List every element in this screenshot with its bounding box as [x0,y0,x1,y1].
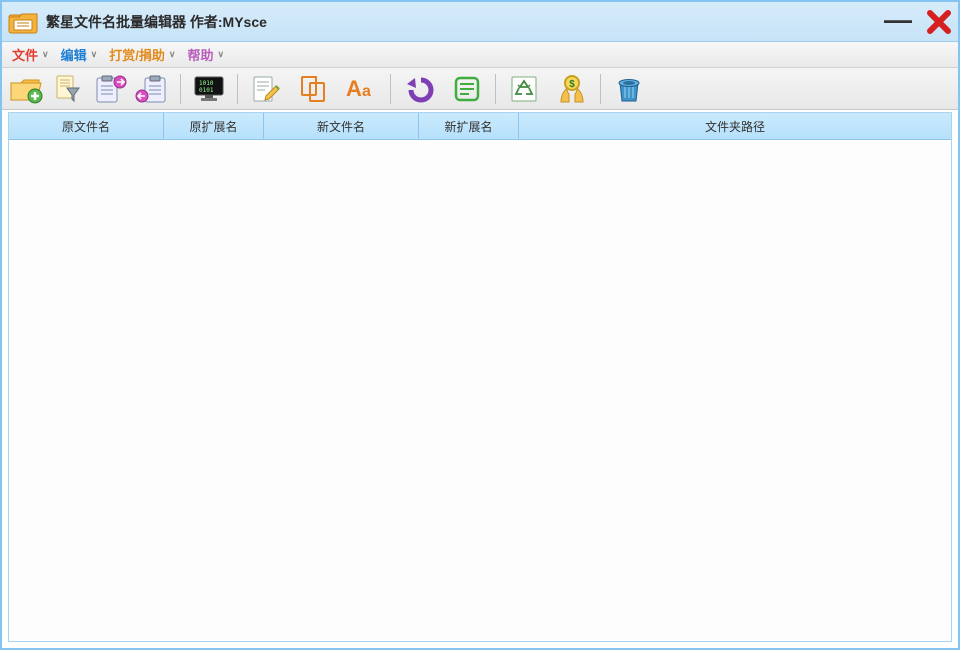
column-label: 原扩展名 [189,118,237,135]
file-table: 原文件名 原扩展名 新文件名 新扩展名 文件夹路径 [8,112,952,642]
column-original-name[interactable]: 原文件名 [9,113,164,140]
table-header: 原文件名 原扩展名 新文件名 新扩展名 文件夹路径 [9,113,951,140]
toolbar-separator [390,74,391,104]
title-bar: 繁星文件名批量编辑器 作者:MYsce — [2,2,958,42]
donate-button[interactable]: $ [552,71,592,107]
column-original-ext[interactable]: 原扩展名 [164,113,264,140]
menu-donate-label: 打赏/捐助 [109,45,165,64]
menu-donate[interactable]: 打赏/捐助 ∨ [105,43,179,66]
app-icon [8,10,38,34]
trash-button[interactable] [609,71,649,107]
menu-edit-label: 编辑 [61,45,87,64]
toolbar-separator [237,74,238,104]
clipboard-export-icon [93,74,127,104]
chevron-down-icon: ∨ [42,49,49,60]
document-edit-icon [250,74,282,104]
table-body[interactable] [9,140,951,641]
svg-text:0101: 0101 [199,87,214,94]
menu-help-label: 帮助 [187,45,213,64]
copy-icon [298,74,330,104]
menu-bar: 文件 ∨ 编辑 ∨ 打赏/捐助 ∨ 帮助 ∨ [2,42,958,68]
recycle-button[interactable] [504,71,544,107]
filter-button[interactable] [48,71,88,107]
clipboard-import-button[interactable] [132,71,172,107]
column-label: 文件夹路径 [705,118,765,135]
menu-file[interactable]: 文件 ∨ [8,43,53,66]
svg-text:1010: 1010 [199,80,214,87]
column-new-name[interactable]: 新文件名 [264,113,419,140]
svg-text:A: A [346,76,362,101]
case-button[interactable]: A a [342,71,382,107]
clipboard-export-button[interactable] [90,71,130,107]
apply-icon [451,74,483,104]
apply-button[interactable] [447,71,487,107]
binary-button[interactable]: 1010 0101 [189,71,229,107]
column-folder-path[interactable]: 文件夹路径 [519,113,951,140]
binary-screen-icon: 1010 0101 [191,74,227,104]
donate-icon: $ [555,74,589,104]
column-label: 新扩展名 [444,118,492,135]
menu-help[interactable]: 帮助 ∨ [183,43,228,66]
chevron-down-icon: ∨ [217,49,224,60]
window-controls: — [884,9,952,35]
add-files-button[interactable] [6,71,46,107]
column-new-ext[interactable]: 新扩展名 [419,113,519,140]
chevron-down-icon: ∨ [91,49,98,60]
menu-edit[interactable]: 编辑 ∨ [57,43,102,66]
close-button[interactable] [926,9,952,35]
chevron-down-icon: ∨ [169,49,176,60]
svg-text:$: $ [569,79,575,90]
toolbar-group-1 [6,71,172,107]
trash-icon [613,74,645,104]
toolbar-separator [600,74,601,104]
folder-add-icon [9,74,43,104]
undo-button[interactable] [399,71,439,107]
case-icon: A a [344,74,380,104]
undo-icon [403,74,435,104]
recycle-icon [508,74,540,104]
clipboard-import-icon [135,74,169,104]
toolbar: 1010 0101 [2,68,958,110]
minimize-button[interactable]: — [884,15,912,29]
menu-file-label: 文件 [12,45,38,64]
toolbar-separator [495,74,496,104]
filter-icon [53,74,83,104]
rename-button[interactable] [246,71,286,107]
copy-button[interactable] [294,71,334,107]
svg-text:a: a [362,83,371,100]
window-title: 繁星文件名批量编辑器 作者:MYsce [46,12,884,32]
app-window: 繁星文件名批量编辑器 作者:MYsce — 文件 ∨ 编辑 ∨ 打赏/捐助 ∨ … [0,0,960,650]
column-label: 新文件名 [317,118,365,135]
toolbar-separator [180,74,181,104]
column-label: 原文件名 [62,118,110,135]
